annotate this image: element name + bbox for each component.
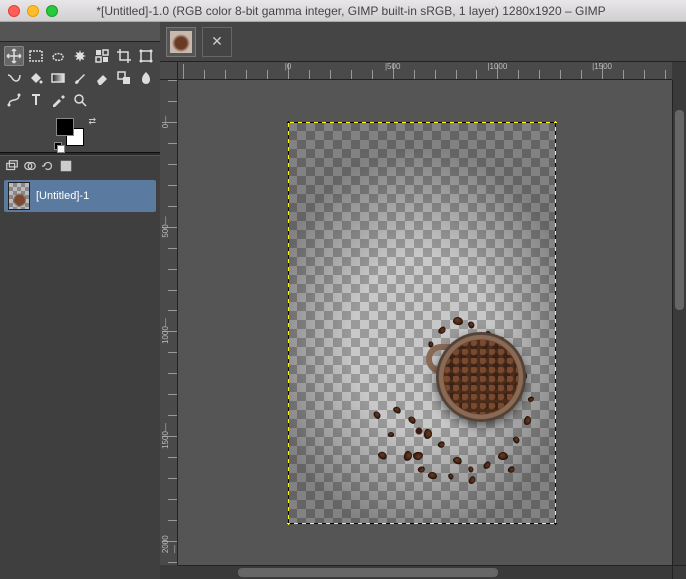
paintbrush-tool[interactable] [70,68,90,88]
ruler-label: 1500— [161,423,170,449]
eraser-tool[interactable] [92,68,112,88]
ruler-label: |500 [385,62,400,71]
zoom-tool[interactable] [70,90,90,110]
swap-colors-icon[interactable]: ⇄ [88,116,96,127]
paths-tool[interactable] [4,90,24,110]
zoom-window-button[interactable] [46,5,58,17]
warp-tool[interactable] [4,68,24,88]
undo-history-tab-icon[interactable] [40,158,56,174]
canvas[interactable] [288,122,556,524]
ruler-label: 0— [161,116,170,128]
vertical-scrollbar-thumb[interactable] [675,110,684,310]
ruler-corner[interactable] [160,62,178,80]
dock-tab-icons [0,156,160,176]
toolbox-tabstrip[interactable] [0,22,160,42]
image-content [436,332,526,422]
ruler-label: |1000 [487,62,507,71]
window-title: *[Untitled]-1.0 (RGB color 8-bit gamma i… [64,4,678,18]
layer-row[interactable]: [Untitled]-1 [4,180,156,212]
gradient-tool[interactable] [48,68,68,88]
toolbox: ⇄ [0,42,160,152]
ruler-label: 500— [161,216,170,237]
rectangle-select-tool[interactable] [26,46,46,66]
channels-tab-icon[interactable] [22,158,38,174]
crop-tool[interactable] [114,46,134,66]
unified-transform-tool[interactable] [136,46,156,66]
color-swatches[interactable]: ⇄ [56,118,92,146]
color-picker-tool[interactable] [48,90,68,110]
horizontal-ruler[interactable]: |0 |500 |1000 |1500 [178,62,672,80]
text-tool[interactable] [26,90,46,110]
layers-tab-icon[interactable] [4,158,20,174]
minimize-window-button[interactable] [27,5,39,17]
paths-tab-icon[interactable] [58,158,74,174]
vertical-scrollbar[interactable] [672,80,686,565]
foreground-color-swatch[interactable] [56,118,74,136]
ruler-label: 2000— [161,529,178,553]
free-select-tool[interactable] [48,46,68,66]
ruler-label: |0 [285,62,292,71]
navigation-button[interactable] [672,565,686,579]
image-tab-close-button[interactable]: ✕ [202,27,232,57]
horizontal-scrollbar-thumb[interactable] [238,568,498,577]
fuzzy-select-tool[interactable] [70,46,90,66]
horizontal-scrollbar[interactable] [178,565,672,579]
by-color-select-tool[interactable] [92,46,112,66]
ruler-label: 1000— [161,318,170,344]
window-controls [8,5,58,17]
layer-name[interactable]: [Untitled]-1 [36,190,89,202]
close-window-button[interactable] [8,5,20,17]
left-dock: ⇄ [Untitled]-1 [0,22,160,579]
image-tab-thumbnail[interactable] [166,27,196,57]
bucket-fill-tool[interactable] [26,68,46,88]
layer-thumbnail[interactable] [8,182,30,210]
layers-panel: [Untitled]-1 [0,176,160,579]
move-tool[interactable] [4,46,24,66]
default-colors-icon[interactable] [54,142,62,150]
image-tabs: ✕ [160,22,686,62]
ruler-label: |1500 [592,62,612,71]
smudge-tool[interactable] [136,68,156,88]
vertical-ruler[interactable]: 0— 500— 1000— 1500— 2000— [160,80,178,565]
window-titlebar: *[Untitled]-1.0 (RGB color 8-bit gamma i… [0,0,686,22]
canvas-viewport[interactable] [178,80,672,565]
clone-tool[interactable] [114,68,134,88]
